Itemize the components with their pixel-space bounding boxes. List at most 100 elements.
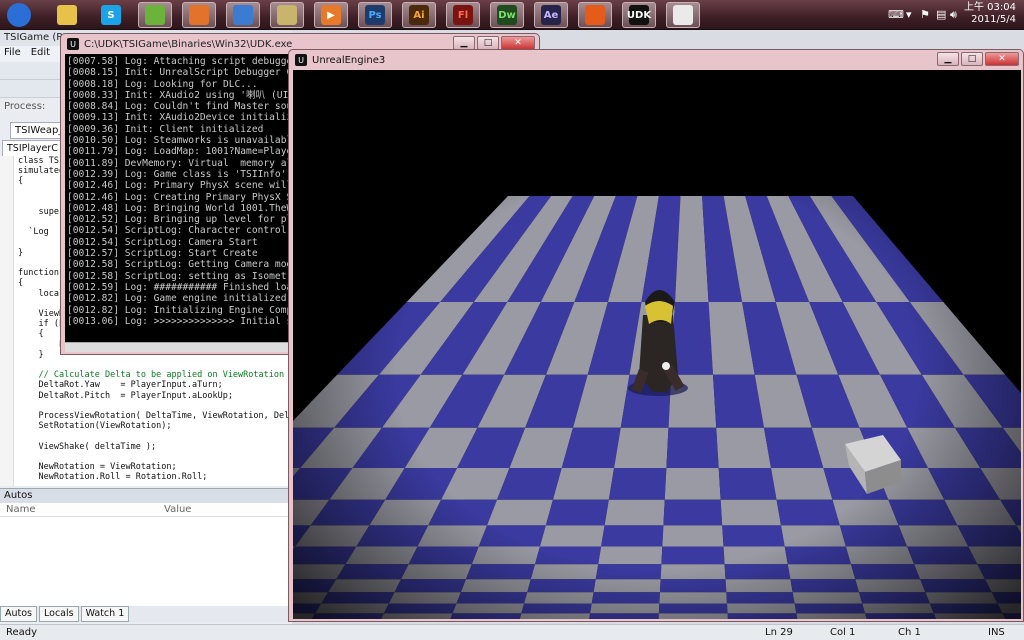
desktop: S ▶ Ps Ai Fl Dw Ae UDK ⌨ ▾ ⚑ ▤ 🔊︎ 上午 03:04 2011… — [0, 0, 1024, 640]
status-ch: Ch 1 — [898, 627, 921, 638]
autos-title: Autos — [0, 489, 292, 503]
ue-minimize-button[interactable]: ▁ — [937, 52, 959, 66]
after-effects-icon: Ae — [541, 5, 561, 25]
console-line: [0012.57] ScriptLog: Start Create — [67, 248, 258, 260]
skype-icon: S — [101, 5, 121, 25]
code-line: DeltaRot.Pitch = PlayerInput.aLookUp; — [18, 390, 233, 401]
udk-icon: UDK — [627, 5, 651, 25]
process-label: Process: — [4, 101, 46, 112]
autos-panel: Autos Name Value — [0, 488, 292, 606]
console-output[interactable]: [0007.58] Log: Attaching script debugge[… — [65, 54, 290, 342]
code-gutter — [0, 156, 14, 486]
start-icon — [7, 3, 31, 27]
ue-title: UnrealEngine3 — [312, 54, 386, 66]
console-line: [0012.48] Log: Bringing World 1001.TheW — [67, 202, 290, 214]
volume-icon[interactable]: 🔊︎ — [950, 8, 957, 22]
taskbar-explorer-button[interactable] — [50, 2, 84, 28]
clock-date: 2011/5/4 — [971, 14, 1016, 25]
contacts-icon — [145, 5, 165, 25]
taskbar: S ▶ Ps Ai Fl Dw Ae UDK ⌨ ▾ ⚑ ▤ 🔊︎ 上午 03:04 2011… — [0, 0, 1024, 30]
clock-time: 上午 03:04 — [964, 2, 1016, 13]
status-bar: Ready Ln 29 Col 1 Ch 1 INS — [0, 624, 1024, 640]
console-minimize-button[interactable]: ▁ — [453, 36, 475, 50]
firefox-icon — [189, 5, 209, 25]
code-line: ProcessViewRotation( DeltaTime, ViewRota… — [38, 411, 290, 422]
menu-file[interactable]: File — [4, 47, 21, 61]
taskbar-after-effects-button[interactable]: Ae — [534, 2, 568, 28]
tab-autos[interactable]: Autos — [0, 606, 38, 622]
status-ready: Ready — [6, 627, 38, 638]
unreal-engine-window[interactable]: U UnrealEngine3 ▁ □ ✕ — [288, 49, 1024, 622]
console-line: [0012.82] Log: Game engine initialized — [67, 293, 287, 305]
taskbar-contacts-button[interactable] — [138, 2, 172, 28]
console-line: [0011.89] DevMemory: Virtual memory al — [67, 157, 290, 169]
flag-icon[interactable]: ⚑ — [920, 8, 930, 21]
network-icon[interactable]: ▤ — [936, 8, 946, 21]
console-line: [0010.50] Log: Steamworks is unavailabl — [67, 135, 290, 147]
taskbar-flash-button[interactable]: Fl — [446, 2, 480, 28]
console-horizontal-scrollbar[interactable] — [65, 342, 290, 352]
console-line: [0008.15] Init: UnrealScript Debugger C — [67, 67, 290, 79]
console-title: C:\UDK\TSIGame\Binaries\Win32\UDK.exe — [84, 38, 293, 50]
illustrator-icon: Ai — [409, 5, 429, 25]
console-line: [0012.54] ScriptLog: Character control — [67, 225, 287, 237]
ue-app-icon: U — [295, 54, 307, 66]
photoshop-icon: Ps — [365, 5, 385, 25]
console-line: [0012.82] Log: Initializing Engine Comp — [67, 304, 290, 316]
code-line: NewRotation.Roll = Rotation.Roll; — [18, 472, 208, 483]
code-line: SetRotation(ViewRotation); — [18, 421, 172, 432]
taskbar-udk-button[interactable]: UDK — [622, 2, 656, 28]
ue-close-button[interactable]: ✕ — [985, 52, 1019, 66]
keyboard-icon[interactable]: ⌨ — [888, 8, 904, 21]
flash-icon: Fl — [453, 5, 473, 25]
ue-maximize-button[interactable]: □ — [961, 52, 983, 66]
console-line: [0011.79] Log: LoadMap: 1001?Name=Playe — [67, 146, 290, 158]
taskbar-firefox-button[interactable] — [182, 2, 216, 28]
status-ins: INS — [988, 627, 1005, 638]
console-close-button[interactable]: ✕ — [501, 36, 535, 50]
console-line: [0009.36] Init: Client initialized — [67, 123, 264, 135]
taskbar-window-manager-button[interactable] — [226, 2, 260, 28]
udk-app-icon: U — [67, 38, 79, 50]
tab-class[interactable]: TSIPlayerC — [2, 140, 63, 157]
console-line: [0008.18] Log: Looking for DLC... — [67, 78, 258, 90]
bottom-tabs: Autos Locals Watch 1 — [0, 606, 292, 622]
game-viewport[interactable] — [293, 70, 1021, 619]
taskbar-media-player-button[interactable]: ▶ — [314, 2, 348, 28]
clock[interactable]: 上午 03:04 2011/5/4 — [964, 2, 1016, 26]
console-line: [0012.58] ScriptLog: Getting Camera mod — [67, 259, 290, 271]
checkered-floor — [293, 70, 1021, 619]
code-line: NewRotation = ViewRotation; — [18, 462, 177, 473]
console-line: [0012.52] Log: Bringing up level for pl — [67, 214, 290, 226]
console-maximize-button[interactable]: □ — [477, 36, 499, 50]
taskbar-notepad-button[interactable] — [270, 2, 304, 28]
console-line: [0008.33] Init: XAudio2 using '喇叭 (UI — [67, 89, 289, 101]
code-line: DeltaRot.Yaw = PlayerInput.aTurn; — [18, 380, 223, 391]
tab-locals[interactable]: Locals — [39, 606, 79, 622]
media-player-icon: ▶ — [321, 5, 341, 25]
autos-col-value[interactable]: Value — [158, 503, 197, 516]
taskbar-illustrator-button[interactable]: Ai — [402, 2, 436, 28]
console-line: [0012.54] ScriptLog: Camera Start — [67, 236, 258, 248]
taskbar-paint-button[interactable] — [666, 2, 700, 28]
notepad-icon — [277, 5, 297, 25]
tray-arrow-icon[interactable]: ▾ — [906, 8, 912, 21]
autos-col-name[interactable]: Name — [0, 503, 158, 516]
explorer-icon — [57, 5, 77, 25]
game-app-icon — [585, 5, 605, 25]
code-line: // Calculate Delta to be applied on View… — [18, 370, 285, 381]
console-line: [0012.59] Log: ########### Finished loa — [67, 281, 290, 293]
status-line: Ln 29 — [765, 627, 793, 638]
taskbar-dreamweaver-button[interactable]: Dw — [490, 2, 524, 28]
taskbar-start-button[interactable] — [2, 2, 36, 28]
taskbar-game-app-button[interactable] — [578, 2, 612, 28]
menu-edit[interactable]: Edit — [31, 47, 50, 61]
tab-watch[interactable]: Watch 1 — [80, 606, 130, 622]
taskbar-skype-button[interactable]: S — [94, 2, 128, 28]
console-line: [0012.39] Log: Game class is 'TSIInfo' — [67, 168, 287, 180]
console-line: [0012.46] Log: Primary PhysX scene will — [67, 180, 290, 192]
taskbar-photoshop-button[interactable]: Ps — [358, 2, 392, 28]
